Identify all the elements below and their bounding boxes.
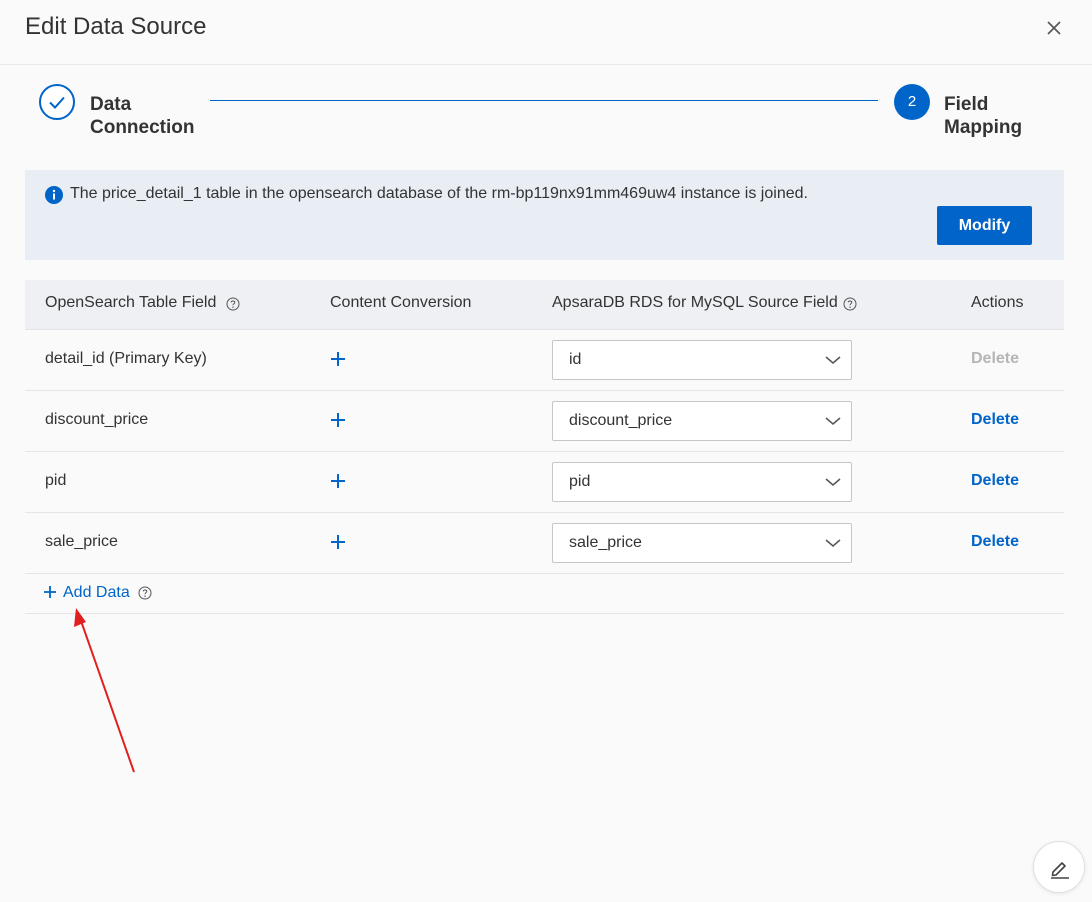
table-row — [25, 452, 1064, 513]
select-value: discount_price — [569, 412, 673, 429]
source-field-select[interactable]: sale_price — [552, 523, 852, 563]
table-row — [25, 513, 1064, 574]
close-icon[interactable] — [1043, 17, 1065, 39]
step-2-circle: 2 — [894, 84, 930, 120]
help-icon[interactable] — [843, 297, 857, 311]
chevron-down-icon — [825, 478, 841, 486]
table-row — [25, 391, 1064, 452]
header-source-field: ApsaraDB RDS for MySQL Source Field — [552, 294, 838, 311]
help-icon[interactable] — [138, 586, 152, 600]
add-conversion-icon[interactable] — [330, 473, 346, 489]
plus-icon — [44, 586, 56, 598]
chevron-down-icon — [825, 539, 841, 547]
add-data-label: Add Data — [63, 584, 130, 601]
header-actions: Actions — [971, 294, 1024, 311]
delete-button[interactable]: Delete — [971, 472, 1019, 490]
select-value: pid — [569, 473, 591, 490]
field-name: pid — [45, 472, 67, 489]
dialog-header: Edit Data Source — [0, 0, 1092, 65]
step-2-label: Field Mapping — [944, 94, 1023, 138]
modify-button[interactable]: Modify — [937, 206, 1032, 245]
add-conversion-icon[interactable] — [330, 351, 346, 367]
field-name: sale_price — [45, 533, 118, 550]
check-icon — [49, 96, 65, 109]
source-field-select[interactable]: discount_price — [552, 401, 852, 441]
source-field-select[interactable]: id — [552, 340, 852, 380]
edit-icon — [1051, 862, 1069, 879]
dialog-title: Edit Data Source — [25, 13, 207, 40]
notice-banner — [25, 170, 1064, 260]
header-opensearch-field: OpenSearch Table Field — [45, 294, 217, 311]
edit-fab[interactable] — [1033, 841, 1085, 893]
chevron-down-icon — [825, 417, 841, 425]
help-icon[interactable] — [226, 297, 240, 311]
field-name: detail_id (Primary Key) — [45, 350, 207, 367]
header-content-conversion: Content Conversion — [330, 294, 472, 311]
source-field-select[interactable]: pid — [552, 462, 852, 502]
step-1-label: Data Connection — [90, 94, 195, 138]
chevron-down-icon — [825, 356, 841, 364]
add-data-link[interactable]: Add Data — [43, 584, 130, 602]
delete-button: Delete — [971, 350, 1020, 367]
step-connector — [210, 100, 878, 101]
notice-text: The price_detail_1 table in the opensear… — [70, 185, 808, 202]
info-icon — [45, 186, 63, 204]
select-value: sale_price — [569, 534, 642, 551]
add-conversion-icon[interactable] — [330, 534, 346, 550]
delete-button[interactable]: Delete — [971, 533, 1019, 551]
select-value: id — [569, 351, 582, 368]
delete-button[interactable]: Delete — [971, 411, 1019, 429]
step-1-circle — [39, 84, 75, 120]
add-data-row — [25, 574, 1064, 614]
add-conversion-icon[interactable] — [330, 412, 346, 428]
field-name: discount_price — [45, 411, 149, 428]
